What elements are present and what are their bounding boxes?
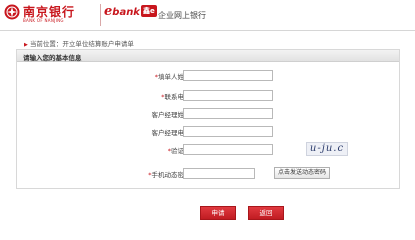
breadcrumb-arrow-icon: ▶ bbox=[24, 42, 28, 48]
send-otp-button[interactable]: 点击发送动态密码 bbox=[274, 167, 330, 179]
otp-input[interactable] bbox=[183, 168, 255, 179]
manager-phone-input[interactable] bbox=[183, 126, 273, 137]
manager-name-input[interactable] bbox=[183, 108, 273, 119]
breadcrumb: ▶ 当前位置：开立单位结算账户申请单 bbox=[24, 38, 134, 48]
logo-divider bbox=[100, 4, 101, 26]
ebank-logo: ebank 鑫e bbox=[104, 4, 157, 24]
breadcrumb-text: 当前位置：开立单位结算账户申请单 bbox=[29, 40, 134, 48]
return-button[interactable]: 返回 bbox=[248, 206, 284, 220]
header-divider bbox=[0, 30, 415, 31]
contact-phone-input[interactable] bbox=[183, 90, 273, 101]
portal-title: 企业网上银行 bbox=[158, 11, 206, 20]
bank-name-en: BANK OF NANJING bbox=[23, 18, 64, 23]
panel-title: 请输入您的基本信息 bbox=[23, 54, 82, 62]
page-header: 南京银行 BANK OF NANJING ebank 鑫e 企业网上银行 bbox=[0, 0, 415, 30]
captcha-image[interactable]: u-ju.c bbox=[306, 142, 348, 156]
captcha-input[interactable] bbox=[183, 144, 273, 155]
panel-header: 请输入您的基本信息 bbox=[17, 50, 399, 62]
apply-button[interactable]: 申请 bbox=[200, 206, 236, 220]
bank-seal-icon bbox=[4, 4, 20, 20]
ebank-word: bank bbox=[112, 7, 140, 18]
applicant-name-input[interactable] bbox=[183, 70, 273, 81]
bank-of-nanjing-logo[interactable]: 南京银行 BANK OF NANJING bbox=[4, 3, 96, 27]
ebank-badge: 鑫e bbox=[140, 5, 157, 17]
